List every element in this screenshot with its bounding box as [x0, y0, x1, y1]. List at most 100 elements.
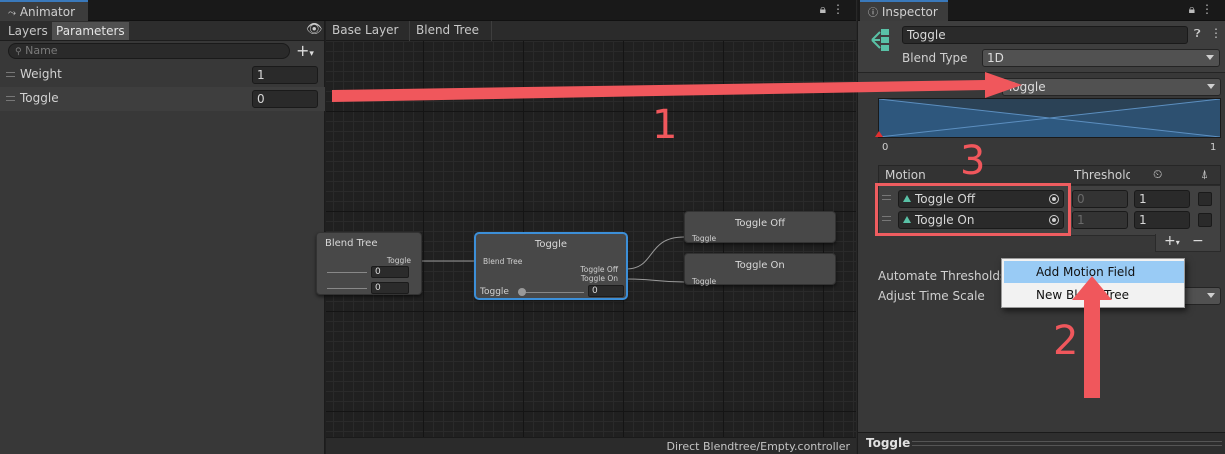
menu-icon[interactable]: ⋮: [1201, 2, 1219, 16]
menu-item-add-motion-field[interactable]: Add Motion Field: [1004, 261, 1184, 283]
parameter-name: Toggle: [20, 91, 59, 105]
speed-icon: ⏲: [1153, 167, 1163, 181]
parameters-panel: Layers Parameters 👁︎ ⚲ Name +▾ Weight 1 …: [0, 21, 325, 454]
annotation-number-1: 1: [652, 102, 678, 148]
mirror-checkbox[interactable]: [1198, 192, 1212, 206]
chevron-down-icon: [1207, 293, 1215, 298]
column-threshold: Threshold: [1074, 168, 1130, 182]
blend-tree-graph[interactable]: Base Layer Blend Tree Blend Tree Toggle …: [316, 21, 856, 454]
parameter-name: Weight: [20, 67, 62, 81]
status-bar: Direct Blendtree/Empty.controller: [326, 437, 856, 454]
node-slider[interactable]: [518, 292, 584, 293]
blend-marker[interactable]: [875, 131, 883, 137]
tab-parameters[interactable]: Parameters: [52, 22, 129, 40]
chevron-down-icon: [1207, 84, 1215, 89]
motion-node-toggle-on[interactable]: Toggle On Toggle: [684, 253, 836, 286]
node-output-label: Toggle Off: [580, 265, 618, 274]
blend-type-dropdown[interactable]: 1D: [982, 49, 1220, 67]
node-port-label: Toggle: [692, 277, 717, 286]
animator-window-controls: 🔒︎⋮: [820, 2, 850, 17]
inspector-window-controls: 🔒︎⋮: [1189, 2, 1219, 17]
list-footer: +▾ −: [1155, 233, 1221, 252]
animator-tab-label: Animator: [19, 5, 75, 19]
add-motion-button[interactable]: +▾: [1164, 233, 1180, 249]
blend-tree-icon: [871, 29, 889, 51]
node-slider[interactable]: [327, 272, 367, 273]
footer-title: Toggle: [866, 436, 911, 450]
inspector-tab[interactable]: ⓘ Inspector: [860, 0, 948, 21]
node-title: Toggle On: [735, 260, 785, 271]
node-title: Blend Tree: [325, 238, 378, 249]
remove-motion-button[interactable]: −: [1192, 233, 1204, 249]
node-title: Toggle: [534, 239, 568, 250]
resize-handle[interactable]: [912, 441, 1222, 446]
blend-tree-node-toggle[interactable]: Toggle Blend Tree Toggle Off Toggle On T…: [475, 233, 627, 299]
search-placeholder: Name: [25, 44, 58, 57]
chevron-down-icon: ▾: [309, 49, 314, 59]
column-motion: Motion: [885, 168, 926, 182]
node-slider-knob[interactable]: [518, 288, 526, 296]
drag-handle-icon[interactable]: [6, 72, 15, 77]
inspector-tabbar: ⓘ Inspector 🔒︎⋮: [858, 0, 1225, 21]
motion-list-header: Motion Threshold ⏲ ⍋: [878, 165, 1221, 185]
node-port-label: Toggle: [692, 234, 717, 243]
node-input-label: Blend Tree: [483, 257, 523, 266]
animator-icon: ⤳: [8, 8, 16, 19]
annotation-number-2: 2: [1053, 318, 1079, 364]
parameter-search-input[interactable]: ⚲ Name: [8, 43, 290, 59]
parameter-row[interactable]: Toggle 0: [0, 87, 325, 111]
threshold-field[interactable]: 1: [1072, 211, 1128, 229]
lock-icon[interactable]: 🔒︎: [1189, 2, 1201, 16]
threshold-field[interactable]: 0: [1072, 190, 1128, 208]
mirror-icon: ⍋: [1201, 167, 1209, 181]
drag-handle-icon[interactable]: [6, 96, 15, 101]
blend-visualization[interactable]: [875, 98, 1221, 138]
inspector-footer: Toggle: [858, 432, 1225, 454]
parameter-row[interactable]: Weight 1: [0, 63, 325, 87]
axis-max-label: 1: [1210, 142, 1217, 153]
blend-curves: [879, 99, 1220, 137]
automate-thresholds-label: Automate Thresholds: [878, 269, 1007, 283]
annotation-number-3: 3: [960, 138, 986, 184]
blend-type-value: 1D: [987, 51, 1004, 65]
blend-tree-name-field[interactable]: Toggle: [902, 26, 1188, 44]
help-icon[interactable]: ❓︎: [1194, 27, 1201, 41]
settings-icon[interactable]: ⋮: [1210, 26, 1222, 40]
node-title: Toggle Off: [734, 218, 786, 229]
tab-layers[interactable]: Layers: [4, 22, 52, 40]
connection-line: [625, 278, 685, 283]
animator-window: ⤳ Animator 🔒︎⋮ Layers Parameters 👁︎ ⚲ Na…: [0, 0, 856, 454]
menu-item-new-blend-tree[interactable]: New Blend Tree: [1004, 284, 1184, 306]
add-parameter-button[interactable]: +▾: [296, 41, 314, 60]
parameter-value: Toggle: [1007, 80, 1046, 94]
node-value-field[interactable]: 0: [588, 285, 624, 297]
node-output-label: Toggle On: [580, 274, 618, 283]
connection-line: [625, 236, 685, 270]
blend-tree-node-parent[interactable]: Blend Tree Toggle 0 0: [316, 232, 422, 295]
controller-path: Direct Blendtree/Empty.controller: [666, 440, 850, 453]
inspector-header: Toggle ❓︎ ⋮ Blend Type 1D: [858, 21, 1225, 73]
inspector-tab-label: Inspector: [881, 5, 938, 19]
animator-tabbar: ⤳ Animator 🔒︎⋮: [0, 0, 856, 21]
parameter-value-field[interactable]: 1: [252, 66, 318, 84]
add-motion-popup-menu: Add Motion Field New Blend Tree: [1001, 258, 1185, 308]
time-scale-field[interactable]: 1: [1134, 190, 1190, 208]
node-value-field[interactable]: 0: [371, 266, 409, 278]
node-value-field[interactable]: 0: [371, 282, 409, 294]
node-slider[interactable]: [327, 288, 367, 289]
annotation-box-motions: [875, 183, 1071, 236]
time-scale-field[interactable]: 1: [1134, 211, 1190, 229]
axis-min-label: 0: [882, 142, 889, 153]
menu-icon[interactable]: ⋮: [832, 2, 850, 16]
parameter-value-field[interactable]: 0: [252, 90, 318, 108]
eye-icon[interactable]: 👁︎: [306, 22, 323, 37]
mirror-checkbox[interactable]: [1198, 213, 1212, 227]
node-param-label: Toggle: [386, 256, 411, 265]
layers-parameters-tabs: Layers Parameters 👁︎: [0, 21, 324, 41]
chevron-down-icon: ▾: [1175, 238, 1180, 247]
animator-tab[interactable]: ⤳ Animator: [0, 0, 88, 21]
adjust-time-scale-label: Adjust Time Scale: [878, 289, 985, 303]
motion-node-toggle-off[interactable]: Toggle Off Toggle: [684, 211, 836, 243]
lock-icon[interactable]: 🔒︎: [820, 2, 832, 16]
parameter-dropdown[interactable]: Toggle: [1002, 78, 1221, 96]
